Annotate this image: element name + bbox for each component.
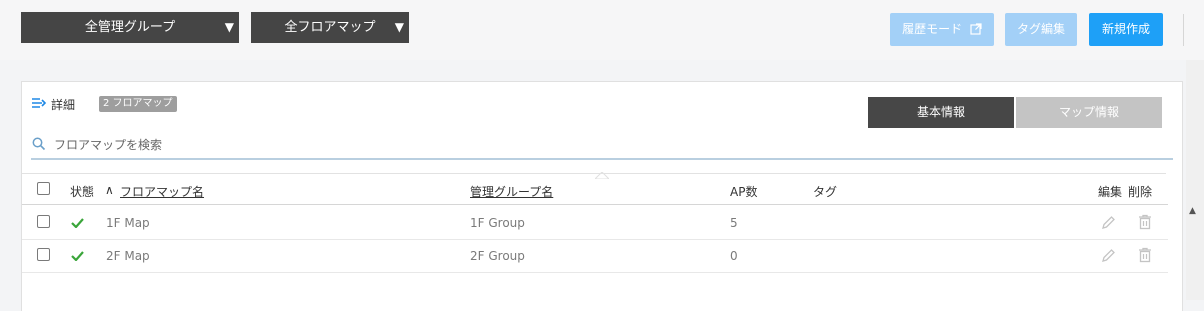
group-name-header[interactable]: 管理グループ名 [470, 183, 553, 200]
tag-edit-button[interactable]: タグ編集 [1005, 13, 1077, 46]
scrollbar-track[interactable] [1186, 60, 1204, 300]
status-ok-icon [71, 217, 84, 231]
floormap-select[interactable]: 全フロアマップ ▼ [251, 12, 409, 43]
tag-edit-label: タグ編集 [1016, 22, 1065, 36]
floormap-select-label: 全フロアマップ [284, 20, 376, 35]
floormap-name-header[interactable]: フロアマップ名 [120, 183, 204, 200]
tab-pointer-notch [593, 168, 611, 182]
edit-header: 編集 [1098, 185, 1123, 199]
caret-down-icon: ▼ [224, 20, 234, 34]
delete-header: 削除 [1128, 185, 1153, 199]
select-all-checkbox[interactable] [37, 182, 50, 195]
edit-pencil-icon[interactable] [1101, 248, 1116, 266]
detail-label[interactable]: 詳細 [51, 96, 75, 113]
group-name-cell: 1F Group [470, 216, 525, 230]
ap-count-header: AP数 [730, 185, 758, 199]
search-underline [31, 158, 1173, 160]
status-header: 状態 [70, 185, 95, 199]
sort-asc-icon[interactable]: ∧ [105, 183, 114, 197]
floormap-search-input[interactable] [54, 134, 1154, 156]
floormap-name-cell: 1F Map [106, 216, 150, 230]
history-mode-label: 履歴モード [902, 22, 963, 36]
tab-map-info[interactable]: マップ情報 [1016, 97, 1162, 128]
toolbar-divider [1183, 14, 1184, 46]
delete-trash-icon[interactable] [1138, 247, 1152, 266]
header-divider [22, 204, 1168, 205]
table-top-border [22, 173, 1166, 174]
row-checkbox[interactable] [37, 215, 50, 228]
table-row[interactable] [22, 239, 1168, 273]
detail-toggle-icon[interactable] [31, 96, 47, 113]
search-icon [32, 137, 46, 154]
edit-pencil-icon[interactable] [1101, 215, 1116, 233]
tab-basic-info[interactable]: 基本情報 [868, 97, 1014, 128]
row-checkbox[interactable] [37, 248, 50, 261]
tag-header: タグ [813, 185, 838, 199]
new-create-label: 新規作成 [1101, 22, 1150, 36]
group-select[interactable]: 全管理グループ ▼ [21, 12, 239, 43]
table-row[interactable] [22, 206, 1168, 240]
ap-count-cell: 0 [730, 249, 738, 263]
group-name-cell: 2F Group [470, 249, 525, 263]
status-ok-icon [71, 250, 84, 264]
ap-count-cell: 5 [730, 216, 738, 230]
history-mode-button[interactable]: 履歴モード [890, 13, 994, 46]
caret-down-icon: ▼ [394, 20, 404, 34]
delete-trash-icon[interactable] [1138, 214, 1152, 233]
floormap-name-cell: 2F Map [106, 249, 150, 263]
external-link-icon [970, 15, 982, 48]
group-select-label: 全管理グループ [84, 20, 176, 35]
scroll-up-arrow-icon[interactable]: ▲ [1189, 206, 1196, 216]
floormap-count-badge: 2 フロアマップ [99, 96, 177, 112]
new-create-button[interactable]: 新規作成 [1089, 13, 1163, 46]
